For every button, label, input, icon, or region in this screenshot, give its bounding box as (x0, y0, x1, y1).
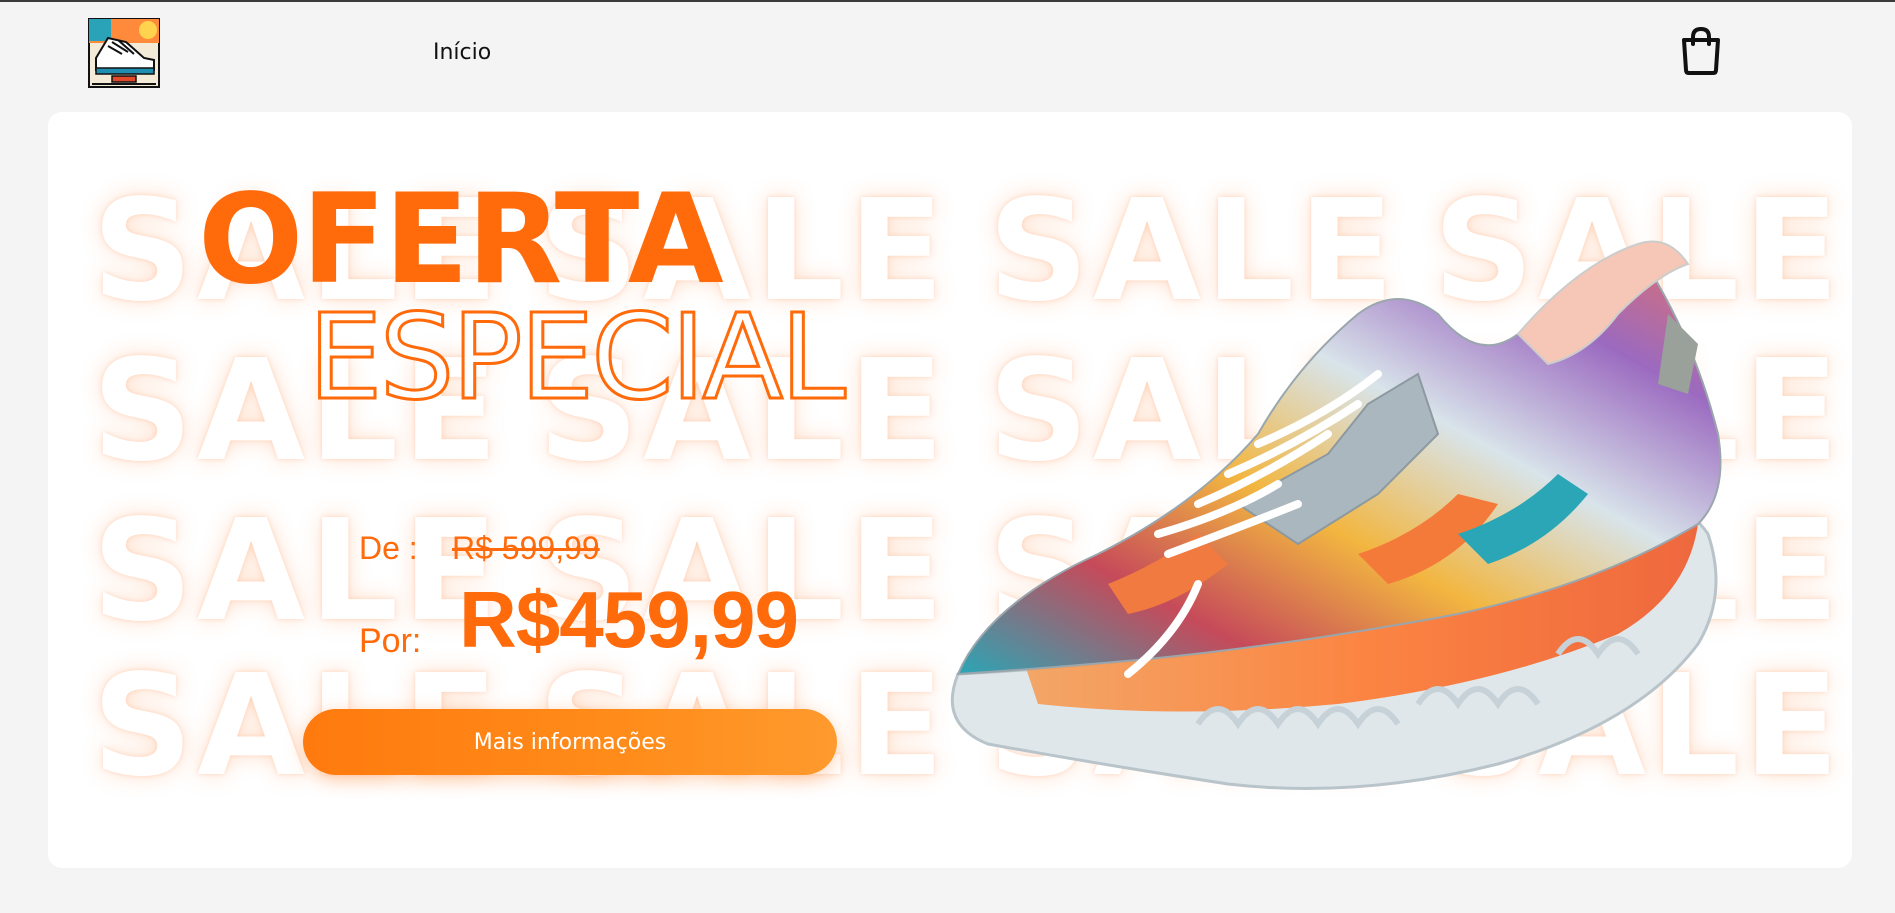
more-info-button[interactable]: Mais informações (303, 709, 837, 775)
sneaker-product-image (950, 240, 1722, 790)
sneaker-logo-icon[interactable] (88, 18, 160, 88)
price-from-label: De : (359, 530, 418, 566)
site-header: Início (0, 2, 1895, 106)
sale-bg-word: SALE (92, 490, 503, 653)
headline-especial: ESPECIAL (307, 288, 848, 426)
shopping-bag-icon[interactable] (1678, 26, 1724, 76)
price-to-label: Por: (359, 622, 422, 660)
headline-oferta: OFERTA (198, 168, 724, 312)
price-old: R$ 599,99 (452, 530, 600, 566)
nav-home-link[interactable]: Início (433, 40, 491, 65)
promo-banner: SALE SALE SALE SALE SALE SALE SALE SALE … (48, 112, 1852, 868)
price-new: R$459,99 (459, 575, 799, 664)
